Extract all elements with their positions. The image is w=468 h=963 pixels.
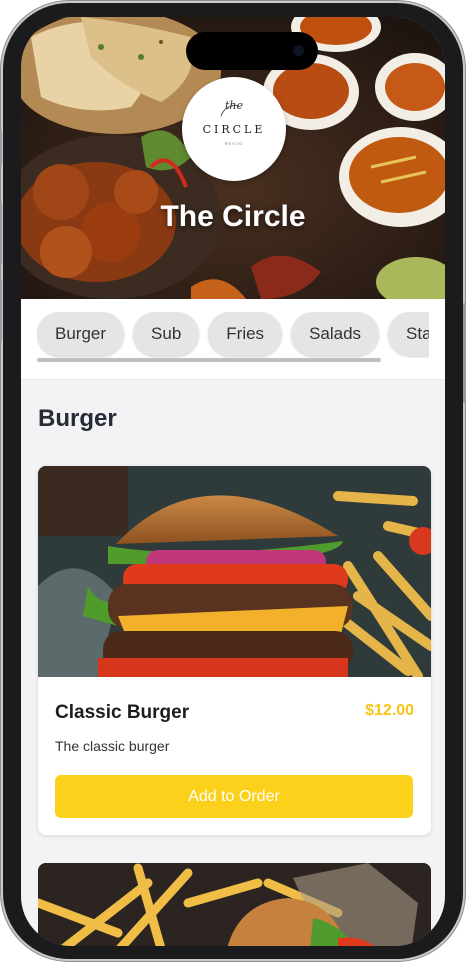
fries-burger-image [38, 863, 431, 946]
silent-switch [0, 131, 2, 165]
menu-item-name: Classic Burger [55, 702, 190, 723]
power-button [463, 303, 466, 403]
category-chip-burger[interactable]: Burger [37, 312, 125, 356]
menu-item-card-next [38, 863, 431, 946]
menu-item-card: Classic Burger $12.00 The classic burger… [38, 466, 431, 835]
restaurant-logo: the CIRCLE RESTO [182, 77, 286, 181]
dynamic-island [186, 32, 318, 70]
camera-icon [293, 45, 304, 56]
menu-item-description: The classic burger [55, 738, 170, 754]
restaurant-name: The Circle [160, 200, 306, 233]
category-chip-fries[interactable]: Fries [208, 312, 283, 356]
horizontal-scrollbar[interactable] [37, 358, 381, 362]
volume-down-button [0, 279, 2, 341]
category-bar: Burger Sub Fries Salads Sta [21, 299, 445, 380]
logo-script-text: the [224, 99, 243, 112]
category-chip-starters[interactable]: Sta [388, 312, 429, 356]
menu-item-price: $12.00 [365, 702, 414, 719]
burger-image [38, 466, 431, 677]
app-screen: the CIRCLE RESTO The Circle Burger Sub Fri… [21, 17, 445, 946]
section-title: Burger [38, 405, 117, 432]
volume-up-button [0, 203, 2, 265]
category-chip-list[interactable]: Burger Sub Fries Salads Sta [37, 312, 429, 358]
logo-wordmark: CIRCLE [202, 123, 266, 136]
logo-tagline: RESTO [224, 141, 244, 146]
category-chip-salads[interactable]: Salads [291, 312, 380, 356]
category-chip-sub[interactable]: Sub [133, 312, 200, 356]
add-to-order-button[interactable]: Add to Order [55, 775, 413, 818]
